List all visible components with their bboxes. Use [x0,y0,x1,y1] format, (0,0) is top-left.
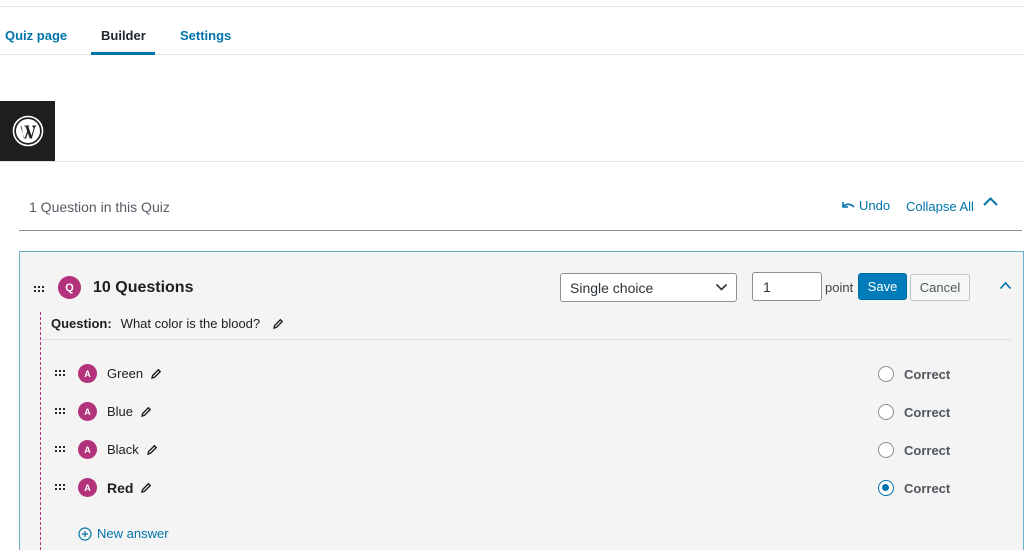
save-button[interactable]: Save [858,273,907,300]
answer-label: Red [107,480,134,496]
undo-label: Undo [859,198,891,213]
active-tab-indicator [91,52,155,55]
collapse-all-button[interactable]: Collapse All [906,199,974,214]
undo-button[interactable]: Undo [842,198,890,213]
drag-handle-icon[interactable] [34,286,44,292]
answer-badge: A [78,402,97,421]
chevron-up-icon[interactable] [982,196,999,207]
answer-text: Blue [107,404,152,420]
question-label: Question: [51,316,112,331]
tab-bar: Quiz page Builder Settings [0,8,1024,55]
correct-label: Correct [904,443,951,458]
question-divider [41,339,1011,340]
drag-handle-icon[interactable] [55,484,65,490]
answer-label: Blue [107,404,134,419]
correct-label: Correct [904,481,951,496]
question-type-select[interactable]: Single choice [560,273,737,302]
list-item: A Blue Correct [0,402,1024,426]
pencil-icon[interactable] [140,406,152,418]
answer-label: Green [107,366,144,381]
tab-settings[interactable]: Settings [180,28,231,43]
answers-guide-line [40,312,41,550]
correct-radio[interactable] [878,480,894,496]
correct-label: Correct [904,405,951,420]
question-badge: Q [58,276,81,299]
correct-radio[interactable] [878,442,894,458]
question-text-row: Question: What color is the blood? [51,316,284,331]
answer-text: Red [107,480,152,496]
summary-divider [19,230,1022,231]
pencil-icon[interactable] [272,318,284,330]
points-input[interactable]: 1 [752,272,822,301]
question-type-value: Single choice [570,279,654,296]
new-answer-label: New answer [97,526,169,541]
tab-quiz-page[interactable]: Quiz page [5,28,67,43]
drag-handle-icon[interactable] [55,408,65,414]
pencil-icon[interactable] [146,444,158,456]
wordpress-logo-icon [12,115,43,147]
top-divider [0,6,1024,7]
chevron-up-icon[interactable] [999,281,1012,290]
quiz-builder-page: Quiz page Builder Settings 1 Question in… [0,0,1024,550]
correct-radio[interactable] [878,366,894,382]
header-divider [0,161,1024,162]
answer-badge: A [78,364,97,383]
chevron-down-icon [715,283,728,291]
answer-badge: A [78,478,97,497]
question-count: 1 Question in this Quiz [29,199,170,215]
cancel-button[interactable]: Cancel [910,274,970,301]
pencil-icon[interactable] [140,482,152,494]
answer-badge: A [78,440,97,459]
list-item: A Red Correct [0,478,1024,502]
drag-handle-icon[interactable] [55,370,65,376]
points-label: point [825,280,854,295]
tab-builder[interactable]: Builder [101,28,146,43]
answer-label: Black [107,442,139,457]
answer-text: Black [107,442,158,458]
correct-radio[interactable] [878,404,894,420]
undo-icon [842,202,855,208]
question-title: 10 Questions [93,279,194,296]
drag-handle-icon[interactable] [55,446,65,452]
wordpress-logo[interactable] [0,101,55,161]
pencil-icon[interactable] [150,368,162,380]
plus-circle-icon [78,526,92,541]
answer-text: Green [107,366,162,382]
list-item: A Green Correct [0,364,1024,388]
new-answer-button[interactable]: New answer [78,526,169,541]
list-item: A Black Correct [0,440,1024,464]
correct-label: Correct [904,367,951,382]
question-text: What color is the blood? [120,316,261,331]
